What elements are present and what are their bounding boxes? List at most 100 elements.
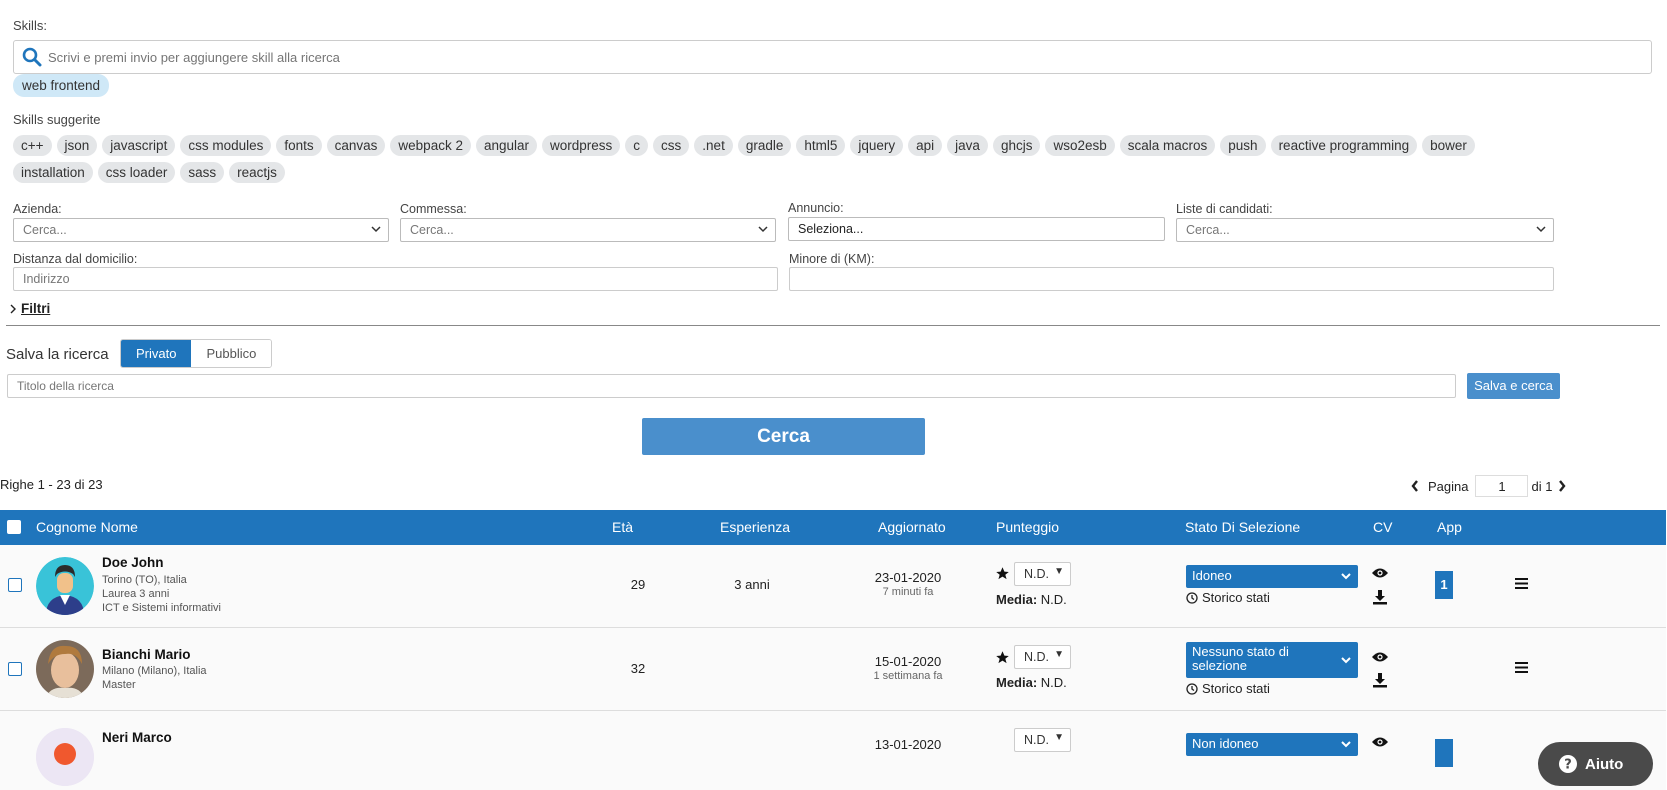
skills-label: Skills: (13, 18, 47, 33)
candidate-age: 29 (630, 577, 646, 592)
suggested-skill-chip[interactable]: installation (13, 162, 93, 183)
menu-icon[interactable] (1515, 578, 1528, 589)
pubblico-option[interactable]: Pubblico (191, 340, 272, 367)
commessa-select[interactable]: Cerca... (400, 218, 776, 242)
indirizzo-input[interactable]: Indirizzo (13, 267, 778, 291)
table-row[interactable]: Neri Marco 13-01-2020 N.D. ▼ Non idoneo (0, 711, 1666, 790)
status-select[interactable]: Non idoneo (1186, 733, 1358, 756)
app-badge[interactable] (1435, 739, 1453, 767)
suggested-skill-chip[interactable]: .net (694, 135, 733, 156)
skills-search-field[interactable] (48, 49, 1651, 65)
candidate-education: Laurea 3 anni (102, 588, 170, 600)
suggested-skill-chip[interactable]: css modules (180, 135, 272, 156)
download-icon[interactable] (1372, 589, 1388, 605)
save-and-search-button[interactable]: Salva e cerca (1467, 373, 1560, 399)
liste-select[interactable]: Cerca... (1176, 218, 1554, 242)
chevron-down-icon (1536, 226, 1546, 233)
suggested-skill-chip[interactable]: fonts (276, 135, 322, 156)
filtri-link[interactable]: Filtri (21, 301, 50, 316)
download-icon[interactable] (1372, 672, 1388, 688)
chevron-left-icon[interactable] (1410, 479, 1420, 493)
minore-label: Minore di (KM): (789, 252, 875, 266)
app-badge[interactable]: 1 (1435, 571, 1453, 599)
eye-icon[interactable] (1371, 736, 1389, 748)
help-button[interactable]: ? Aiuto (1538, 742, 1653, 786)
suggested-skill-chip[interactable]: html5 (796, 135, 846, 156)
suggested-skill-chip[interactable]: scala macros (1119, 135, 1216, 156)
table-row[interactable]: Doe John Torino (TO), Italia Laurea 3 an… (0, 545, 1666, 628)
candidate-name[interactable]: Doe John (102, 555, 164, 570)
suggested-skill-chip[interactable]: reactjs (229, 162, 285, 183)
indirizzo-placeholder: Indirizzo (23, 272, 70, 286)
suggested-skill-chip[interactable]: c (625, 135, 649, 156)
privato-option[interactable]: Privato (121, 340, 192, 367)
visibility-toggle: Privato Pubblico (120, 339, 273, 368)
status-history-link[interactable]: Storico stati (1186, 681, 1270, 696)
skills-search-input[interactable] (13, 40, 1652, 74)
header-age[interactable]: Età (612, 519, 633, 535)
score-select[interactable]: N.D. ▼ (1014, 728, 1071, 752)
suggested-skill-chip[interactable]: java (947, 135, 988, 156)
eye-icon[interactable] (1371, 651, 1389, 663)
status-history-link[interactable]: Storico stati (1186, 590, 1270, 605)
save-search-label: Salva la ricerca (6, 346, 109, 363)
status-value: Idoneo (1192, 568, 1232, 583)
header-updated[interactable]: Aggiornato (878, 519, 946, 535)
annuncio-label: Annuncio: (788, 201, 844, 215)
status-select[interactable]: Nessuno stato di selezione (1186, 642, 1358, 678)
suggested-skills-list: c++ json javascript css modules fonts canvas w… (13, 135, 1553, 189)
annuncio-select[interactable]: Seleziona... (788, 217, 1165, 241)
suggested-skill-chip[interactable]: sass (180, 162, 225, 183)
page-input[interactable]: 1 (1475, 475, 1529, 497)
suggested-skill-chip[interactable]: json (56, 135, 98, 156)
suggested-skill-chip[interactable]: bower (1422, 135, 1475, 156)
suggested-skill-chip[interactable]: webpack 2 (390, 135, 471, 156)
table-row[interactable]: Bianchi Mario Milano (Milano), Italia Ma… (0, 628, 1666, 711)
suggested-skill-chip[interactable]: wordpress (542, 135, 621, 156)
status-select[interactable]: Idoneo (1186, 565, 1358, 588)
candidate-name[interactable]: Bianchi Mario (102, 647, 191, 662)
menu-icon[interactable] (1515, 662, 1528, 673)
suggested-skill-chip[interactable]: ghcjs (992, 135, 1041, 156)
score-select[interactable]: N.D. ▼ (1014, 645, 1071, 669)
header-status[interactable]: Stato Di Selezione (1185, 519, 1300, 535)
row-checkbox[interactable] (8, 578, 22, 592)
header-score[interactable]: Punteggio (996, 519, 1059, 535)
updated-date: 23-01-2020 (874, 570, 942, 585)
candidate-name[interactable]: Neri Marco (102, 730, 172, 745)
suggested-skill-chip[interactable]: css (653, 135, 690, 156)
suggested-skill-chip[interactable]: jquery (850, 135, 904, 156)
suggested-skill-chip[interactable]: c++ (13, 135, 52, 156)
suggested-skill-chip[interactable]: canvas (326, 135, 386, 156)
score-select[interactable]: N.D. ▼ (1014, 562, 1071, 586)
row-checkbox[interactable] (8, 662, 22, 676)
updated-ago: 7 minuti fa (882, 586, 934, 598)
header-experience[interactable]: Esperienza (720, 519, 790, 535)
filtri-toggle[interactable]: Filtri (9, 301, 50, 316)
suggested-skill-chip[interactable]: angular (475, 135, 538, 156)
suggested-skill-chip[interactable]: api (908, 135, 943, 156)
chevron-down-icon (1341, 657, 1351, 664)
avatar (36, 557, 94, 615)
select-all-checkbox[interactable] (7, 520, 21, 534)
header-name[interactable]: Cognome Nome (36, 519, 138, 535)
suggested-skill-chip[interactable]: reactive programming (1270, 135, 1418, 156)
liste-label: Liste di candidati: (1176, 202, 1273, 216)
search-icon (22, 47, 42, 67)
search-button[interactable]: Cerca (642, 418, 925, 455)
help-label: Aiuto (1585, 755, 1624, 773)
azienda-label: Azienda: (13, 202, 62, 216)
km-input[interactable] (789, 267, 1554, 291)
header-cv: CV (1373, 519, 1393, 535)
suggested-skill-chip[interactable]: wso2esb (1045, 135, 1115, 156)
suggested-skill-chip[interactable]: javascript (102, 135, 176, 156)
search-title-input[interactable]: Titolo della ricerca (7, 374, 1456, 398)
selected-skill-chip[interactable]: web frontend (13, 74, 110, 97)
suggested-skill-chip[interactable]: push (1220, 135, 1266, 156)
suggested-skill-chip[interactable]: css loader (97, 162, 176, 183)
azienda-select[interactable]: Cerca... (13, 218, 389, 242)
suggested-skill-chip[interactable]: gradle (737, 135, 792, 156)
chevron-right-icon[interactable] (1557, 479, 1567, 493)
clock-icon (1186, 682, 1198, 695)
eye-icon[interactable] (1371, 567, 1389, 579)
